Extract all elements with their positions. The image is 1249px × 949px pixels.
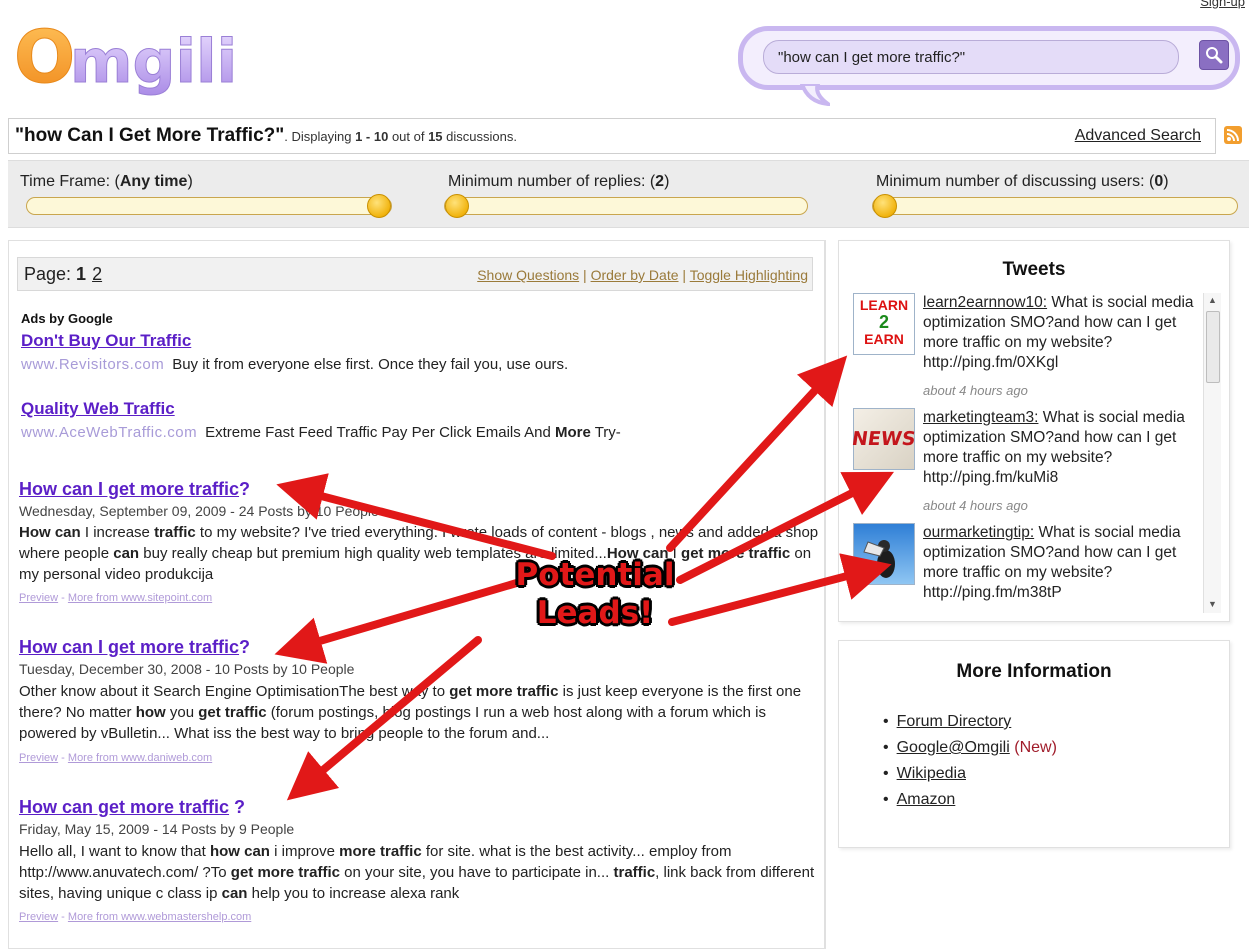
more-from-link-2[interactable]: More from www.daniweb.com xyxy=(68,752,212,764)
scroll-down-icon[interactable]: ▼ xyxy=(1208,599,1217,609)
time-frame-label: Time Frame: (Any time) xyxy=(20,173,193,190)
ad-url-1[interactable]: www.Revisitors.com xyxy=(21,356,164,373)
results-panel: Page: 12 Show Questions | Order by Date … xyxy=(8,240,826,949)
ad-line-2: www.AceWebTraffic.com Extreme Fast Feed T… xyxy=(21,424,621,441)
min-users-slider[interactable] xyxy=(872,194,1238,218)
tweets-heading: Tweets xyxy=(1002,259,1066,280)
megaphone-person-icon xyxy=(863,540,895,578)
tweets-panel: Tweets LEARN 2 EARN learn2earnnow10: Wha… xyxy=(838,240,1230,622)
more-information-list: Forum Directory Google@Omgili (New) Wiki… xyxy=(883,709,1057,813)
show-questions-link[interactable]: Show Questions xyxy=(477,267,579,283)
displaying-prefix: . Displaying xyxy=(284,129,356,144)
scroll-thumb[interactable] xyxy=(1206,311,1220,383)
preview-link-1[interactable]: Preview xyxy=(19,592,58,604)
ad-title-1[interactable]: Don't Buy Our Traffic xyxy=(21,331,191,351)
search-button[interactable] xyxy=(1199,40,1229,70)
logo-letter-o: O xyxy=(14,16,75,96)
search-icon xyxy=(1206,47,1223,64)
ads-heading: Ads by Google xyxy=(21,311,113,326)
result-meta-3: Friday, May 15, 2009 - 14 Posts by 9 Peo… xyxy=(19,821,295,837)
result-range: 1 - 10 xyxy=(355,129,389,144)
advanced-search-link[interactable]: Advanced Search xyxy=(1075,127,1201,145)
more-from-link-1[interactable]: More from www.sitepoint.com xyxy=(68,592,212,604)
tweet-text: marketingteam3: What is social media opt… xyxy=(923,409,1185,486)
time-frame-slider-knob[interactable] xyxy=(367,194,391,218)
preview-link-3[interactable]: Preview xyxy=(19,911,58,923)
min-replies-slider-knob[interactable] xyxy=(445,194,469,218)
min-replies-slider[interactable] xyxy=(444,194,808,218)
result-total: 15 xyxy=(428,129,443,144)
google-omgili-link[interactable]: Google@Omgili xyxy=(897,739,1010,756)
more-information-heading: More Information xyxy=(956,661,1112,682)
omgili-logo[interactable]: O mgili xyxy=(14,16,234,96)
list-item: Amazon xyxy=(883,787,1057,813)
signup-link[interactable]: Sign-up xyxy=(1200,0,1245,9)
min-replies-label: Minimum number of replies: (2) xyxy=(448,173,670,190)
tweet-time: about 4 hours ago xyxy=(923,498,1028,513)
preview-link-2[interactable]: Preview xyxy=(19,752,58,764)
rss-icon[interactable] xyxy=(1224,126,1242,144)
avatar-text-2: 2 xyxy=(878,312,889,332)
search-bubble xyxy=(738,26,1240,90)
result-meta-1: Wednesday, September 09, 2009 - 24 Posts… xyxy=(19,503,379,519)
toggle-highlighting-link[interactable]: Toggle Highlighting xyxy=(690,267,808,283)
result-title-1[interactable]: How can I get more traffic? xyxy=(19,479,250,500)
tweet-avatar-news[interactable]: NEWS xyxy=(850,408,918,470)
ad-line-1: www.Revisitors.com Buy it from everyone e… xyxy=(21,356,568,373)
annotation-line-1: Potential xyxy=(515,557,675,593)
query-text: "how Can I Get More Traffic?" xyxy=(15,125,285,146)
wikipedia-link[interactable]: Wikipedia xyxy=(897,765,966,782)
ad-title-2[interactable]: Quality Web Traffic xyxy=(21,399,175,419)
result-links-3: Preview - More from www.webmastershelp.c… xyxy=(19,911,252,923)
tweet-time: about 4 hours ago xyxy=(923,383,1028,398)
tweet-text: learn2earnnow10: What is social media op… xyxy=(923,294,1194,371)
ad-text-1: Buy it from everyone else first. Once th… xyxy=(172,356,569,373)
potential-leads-annotation: Potential Leads! xyxy=(490,556,700,632)
result-title-3[interactable]: How can get more traffic ? xyxy=(19,797,245,818)
time-frame-slider[interactable] xyxy=(26,194,392,218)
result-meta-2: Tuesday, December 30, 2008 - 10 Posts by… xyxy=(19,661,355,677)
annotation-line-2: Leads! xyxy=(536,595,654,631)
discussions-suffix: discussions. xyxy=(442,129,517,144)
tweet-text: ourmarketingtip: What is social media op… xyxy=(923,524,1181,601)
amazon-link[interactable]: Amazon xyxy=(897,791,956,808)
list-item: Wikipedia xyxy=(883,761,1057,787)
search-bubble-tail xyxy=(800,84,830,106)
search-input[interactable] xyxy=(763,40,1179,74)
result-title-2[interactable]: How can I get more traffic? xyxy=(19,637,250,658)
tweet-user-link[interactable]: ourmarketingtip: xyxy=(923,524,1034,541)
tweet-user-link[interactable]: marketingteam3: xyxy=(923,409,1038,426)
page-link-2[interactable]: 2 xyxy=(92,264,102,284)
forum-directory-link[interactable]: Forum Directory xyxy=(897,713,1012,730)
pagination-bar: Page: 12 Show Questions | Order by Date … xyxy=(17,257,813,291)
result-links-1: Preview - More from www.sitepoint.com xyxy=(19,592,213,604)
result-snippet-2: Other know about it Search Engine Optimi… xyxy=(19,683,802,742)
ad-url-2[interactable]: www.AceWebTraffic.com xyxy=(21,424,197,441)
query-summary-bar: "how Can I Get More Traffic?". Displayin… xyxy=(8,118,1216,154)
list-item: Google@Omgili (New) xyxy=(883,735,1057,761)
out-of-text: out of xyxy=(388,129,429,144)
page-current: 1 xyxy=(76,264,87,284)
result-options: Show Questions | Order by Date | Toggle … xyxy=(477,267,808,283)
min-users-slider-knob[interactable] xyxy=(873,194,897,218)
tweet-user-link[interactable]: learn2earnnow10: xyxy=(923,294,1047,311)
more-information-panel: More Information Forum Directory Google@… xyxy=(838,640,1230,848)
result-snippet-3: Hello all, I want to know that how can i… xyxy=(19,843,815,902)
avatar-text-earn: EARN xyxy=(864,331,904,347)
scroll-up-icon[interactable]: ▲ xyxy=(1208,295,1217,305)
tweet-avatar-megaphone[interactable] xyxy=(853,523,915,585)
result-links-2: Preview - More from www.daniweb.com xyxy=(19,752,213,764)
list-item: Forum Directory xyxy=(883,709,1057,735)
new-badge: (New) xyxy=(1014,739,1057,756)
avatar-news-text: NEWS xyxy=(850,428,918,450)
min-users-label: Minimum number of discussing users: (0) xyxy=(876,173,1169,190)
logo-letters-mgili: mgili xyxy=(70,27,234,96)
filter-bar: Time Frame: (Any time) Minimum number of… xyxy=(8,160,1249,228)
page-selector: Page: 12 xyxy=(24,264,103,284)
order-by-date-link[interactable]: Order by Date xyxy=(591,267,679,283)
tweet-avatar-learn2earn[interactable]: LEARN 2 EARN xyxy=(853,293,915,355)
more-from-link-3[interactable]: More from www.webmastershelp.com xyxy=(68,911,251,923)
tweets-scrollbar[interactable]: ▲ ▼ xyxy=(1203,293,1221,613)
query-heading: "how Can I Get More Traffic?". Displayin… xyxy=(15,125,517,147)
